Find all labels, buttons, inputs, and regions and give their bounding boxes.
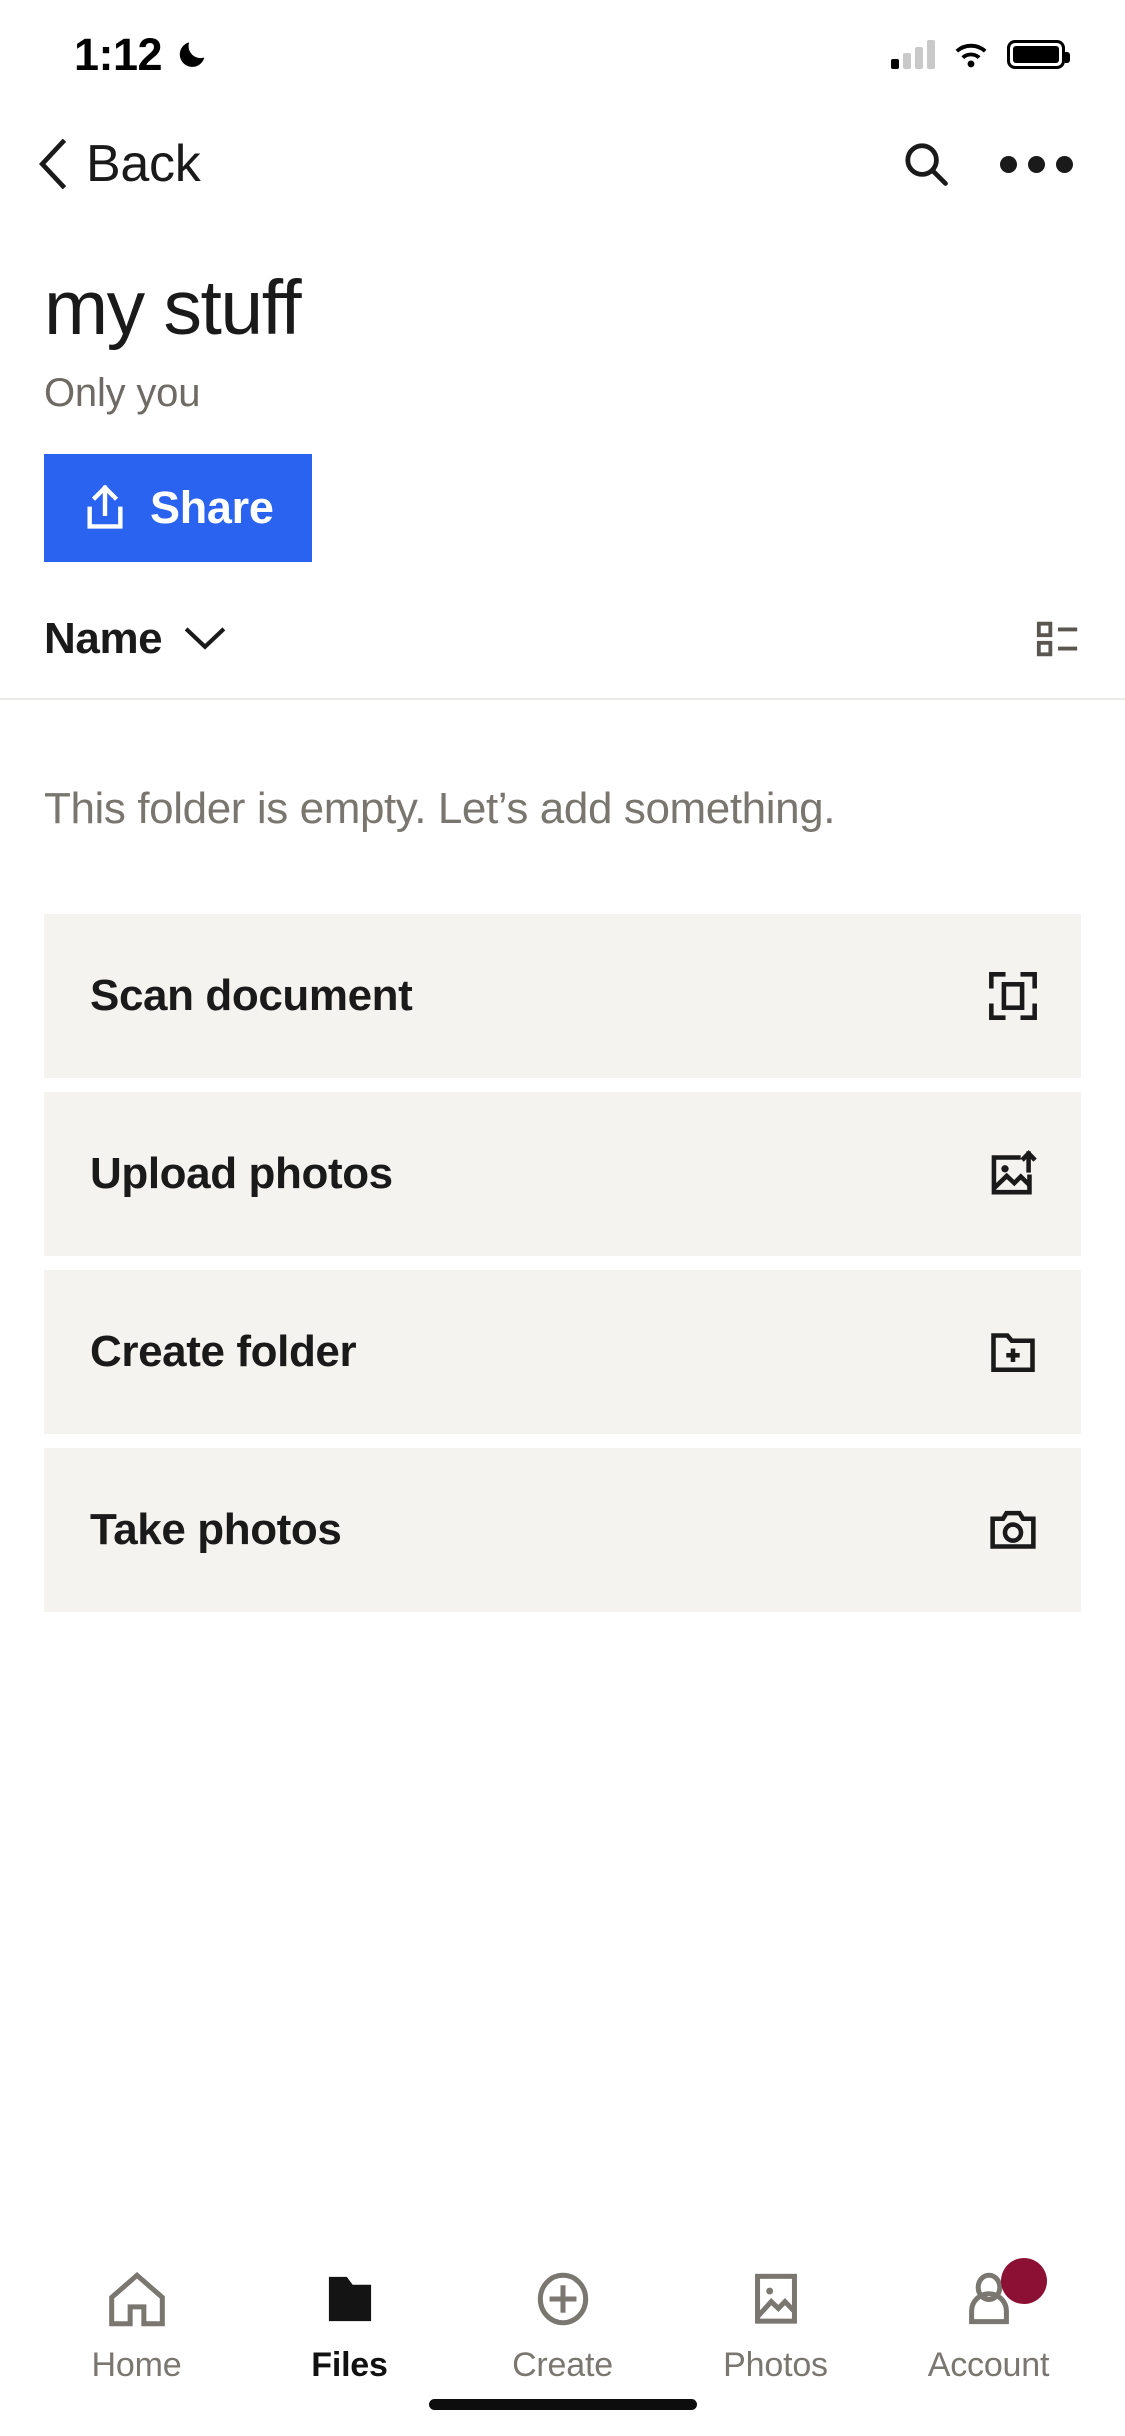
camera-icon: [990, 1510, 1036, 1549]
action-label: Create folder: [90, 1326, 357, 1376]
tab-label: Account: [927, 2346, 1050, 2384]
tab-files[interactable]: Files: [243, 2270, 456, 2385]
home-icon: [108, 2271, 165, 2327]
wifi-icon: [955, 43, 987, 68]
tab-account[interactable]: Account: [882, 2258, 1095, 2385]
more-horizontal-icon: [1000, 155, 1017, 173]
share-button-label: Share: [150, 481, 274, 533]
empty-state-message: This folder is empty. Let’s add somethin…: [44, 783, 836, 833]
photos-icon: [754, 2273, 797, 2324]
view-toggle-button[interactable]: [1035, 619, 1081, 659]
moon-icon: [179, 42, 205, 67]
plus-circle-icon: [537, 2272, 588, 2326]
sort-by-name-button[interactable]: Name: [44, 614, 226, 664]
action-create-folder[interactable]: Create folder: [44, 1269, 1081, 1434]
chevron-down-icon: [184, 627, 226, 650]
folder-visibility-label: Only you: [44, 370, 201, 415]
action-label: Upload photos: [90, 1148, 393, 1198]
chevron-left-icon: [39, 139, 67, 189]
tab-label: Create: [512, 2346, 613, 2384]
action-take-photos[interactable]: Take photos: [44, 1447, 1081, 1612]
action-scan-document[interactable]: Scan document: [44, 913, 1081, 1078]
share-upload-icon: [87, 484, 123, 529]
status-bar-time: 1:12: [74, 28, 163, 80]
sort-bar: Name: [0, 614, 1125, 700]
sort-label: Name: [44, 613, 163, 663]
nav-actions: [900, 138, 1073, 190]
action-label: Take photos: [90, 1504, 342, 1554]
list-view-icon: [1036, 621, 1078, 657]
status-bar: 1:12: [0, 0, 1125, 108]
folder-content: This folder is empty. Let’s add somethin…: [0, 700, 1125, 2236]
cellular-signal-icon: [891, 39, 935, 69]
account-notification-badge: [1000, 2258, 1047, 2304]
folder-plus-icon: [991, 1333, 1035, 1372]
status-bar-left: 1:12: [74, 32, 210, 77]
battery-icon: [1007, 39, 1070, 69]
share-button[interactable]: Share: [44, 453, 312, 562]
tab-label: Files: [311, 2346, 388, 2384]
action-upload-photos[interactable]: Upload photos: [44, 1091, 1081, 1256]
tab-home[interactable]: Home: [30, 2270, 243, 2385]
back-button[interactable]: Back: [36, 134, 201, 194]
nav-bar: Back: [0, 108, 1125, 220]
tab-label: Photos: [723, 2346, 828, 2384]
search-icon: [905, 143, 948, 186]
scan-document-icon: [989, 971, 1037, 1020]
status-bar-right: [891, 39, 1070, 69]
folder-filled-icon: [328, 2276, 371, 2322]
home-indicator: [428, 2399, 697, 2410]
back-label: Back: [86, 135, 201, 193]
app-screen: 1:12 Back my stuff Only you Share Name T…: [0, 0, 1125, 2436]
tab-create[interactable]: Create: [456, 2270, 669, 2385]
image-upload-icon: [991, 1149, 1037, 1195]
action-label: Scan document: [90, 970, 413, 1020]
search-button[interactable]: [900, 138, 952, 190]
folder-header: my stuff Only you Share: [0, 220, 1125, 562]
quick-actions-list: Scan document Upload photos Create folde…: [44, 913, 1081, 1612]
more-options-button[interactable]: [1000, 155, 1073, 173]
page-title: my stuff: [44, 265, 302, 351]
tab-label: Home: [91, 2346, 182, 2384]
tab-photos[interactable]: Photos: [669, 2270, 882, 2385]
